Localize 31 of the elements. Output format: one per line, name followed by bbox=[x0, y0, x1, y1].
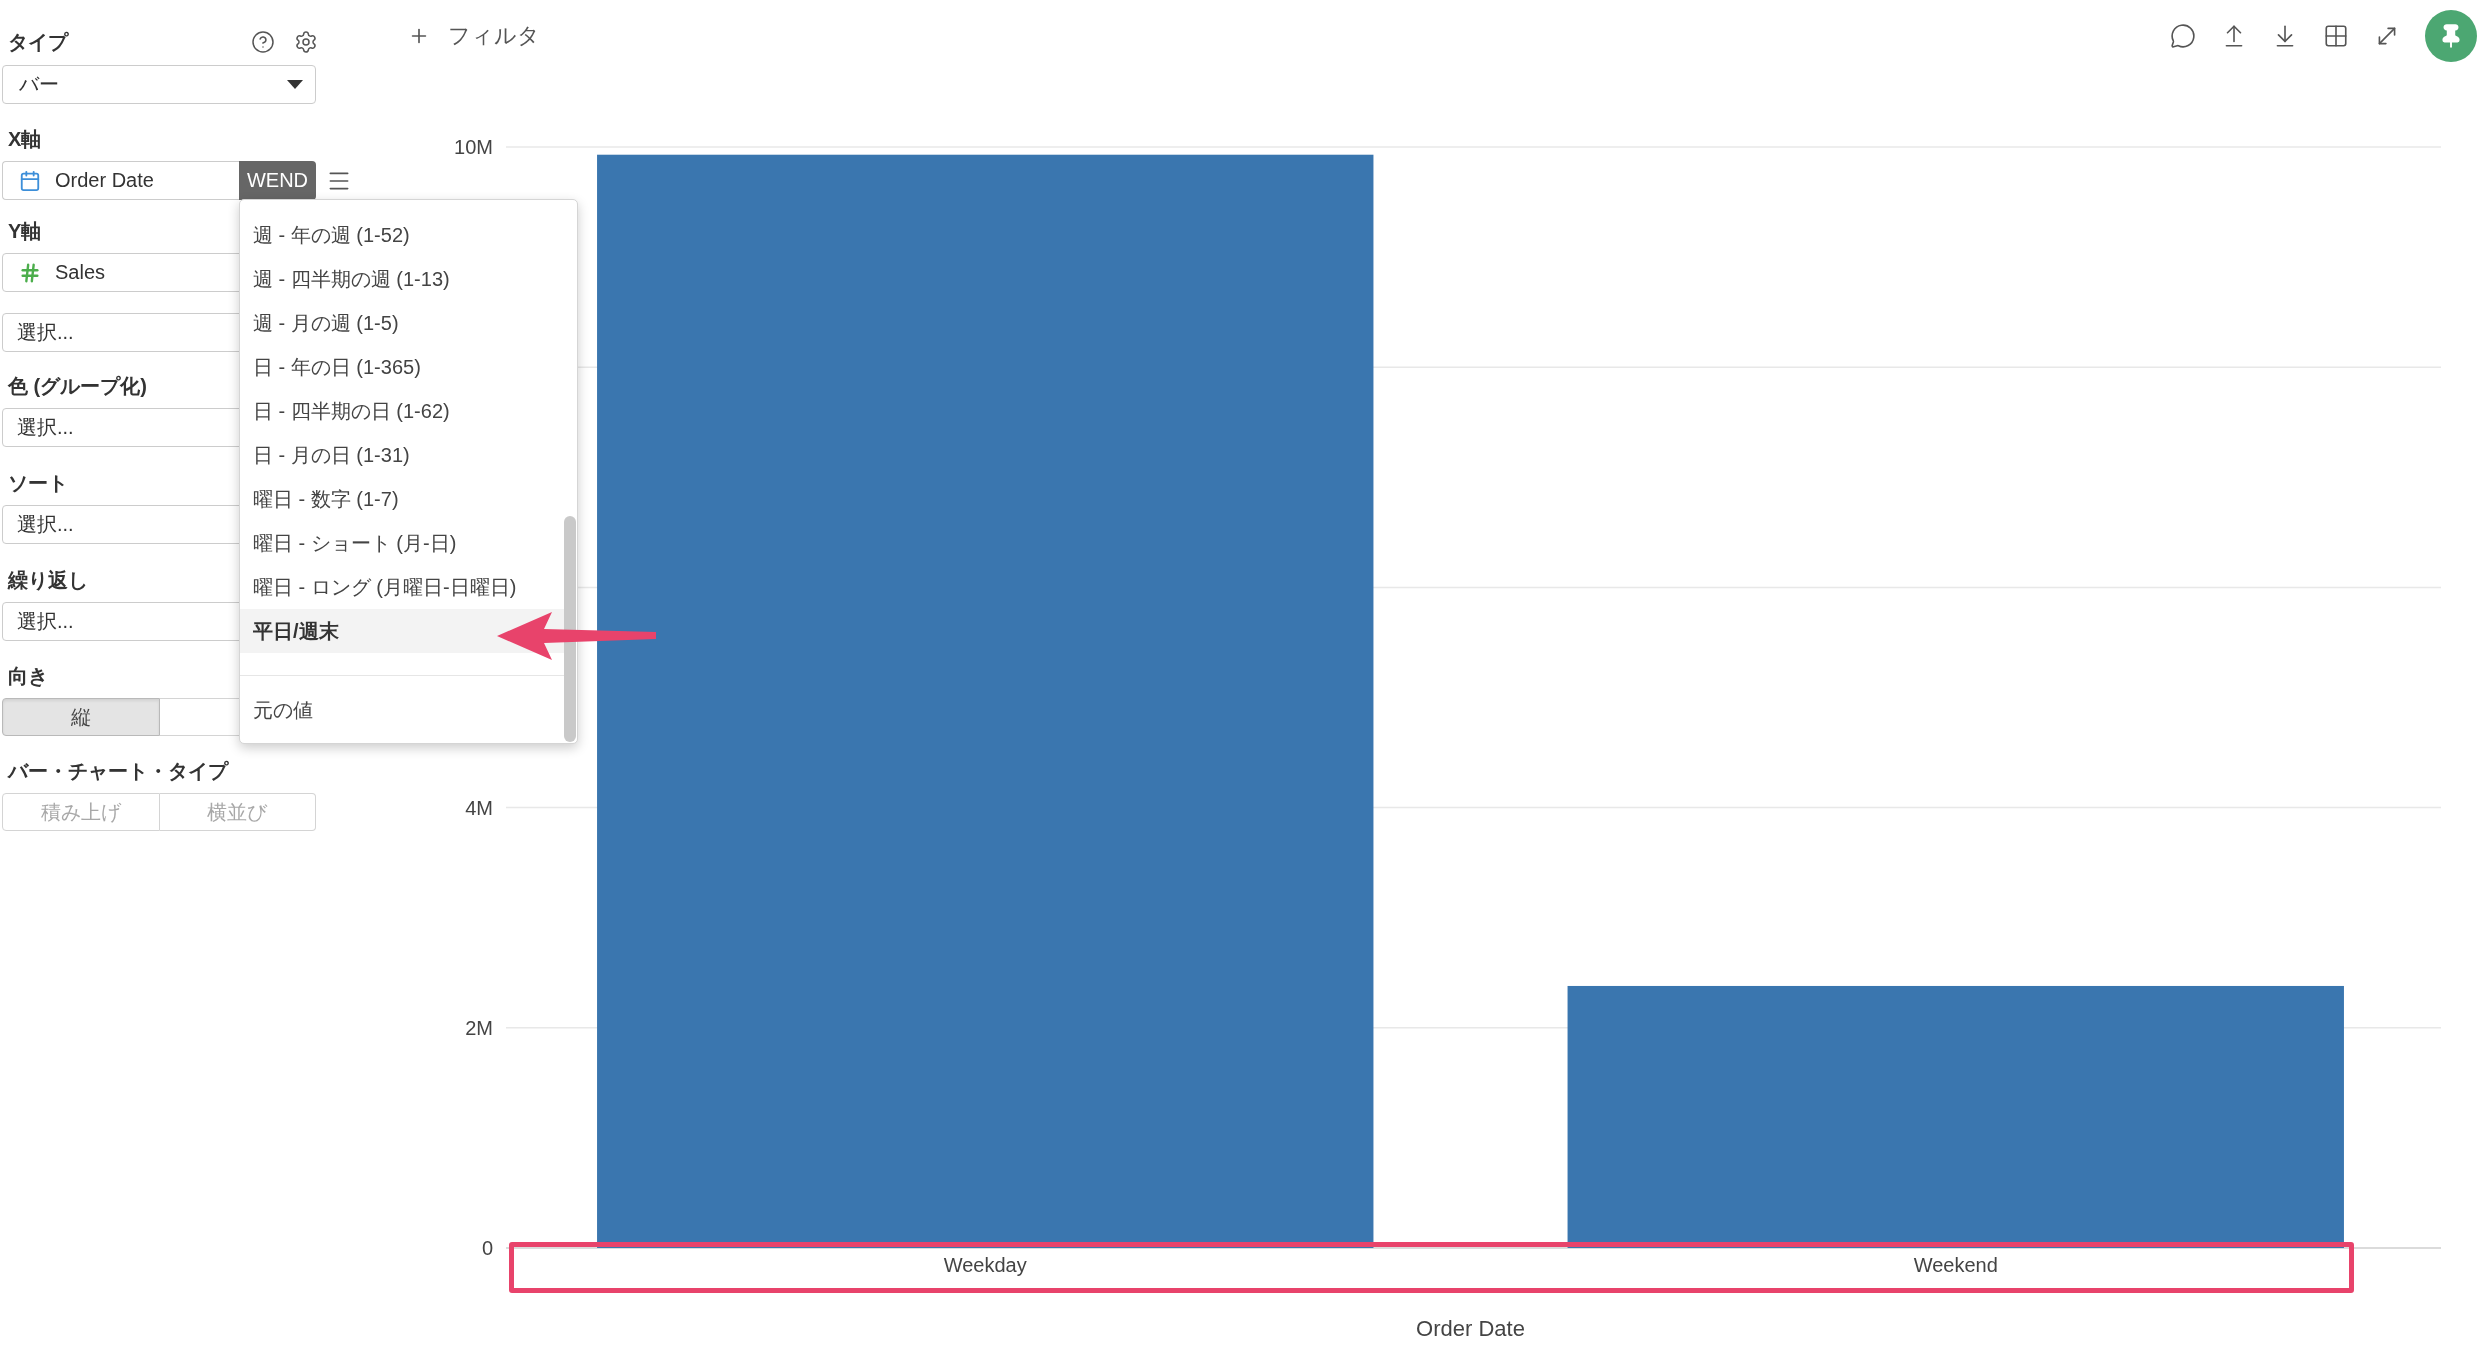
settings-icon[interactable] bbox=[294, 30, 318, 54]
x-axis-field[interactable]: Order Date bbox=[2, 161, 239, 200]
scrollbar-thumb[interactable] bbox=[564, 516, 576, 742]
section-label: バー・チャート・タイプ bbox=[6, 759, 228, 784]
hash-icon bbox=[19, 261, 41, 284]
section-label: ソート bbox=[7, 471, 68, 496]
menu-item[interactable]: 平日/週末 bbox=[240, 609, 566, 653]
menu-item[interactable]: 元の値 bbox=[240, 688, 566, 732]
section-label: 色 (グループ化) bbox=[6, 374, 147, 399]
pin-button[interactable] bbox=[2425, 10, 2477, 62]
section-label: 繰り返し bbox=[6, 568, 88, 593]
axis-tick-label: 10M bbox=[454, 136, 493, 158]
unit-button[interactable]: WEND bbox=[239, 161, 316, 200]
axis-tick-label: 0 bbox=[481, 1237, 493, 1259]
axis-title: Order Date bbox=[1416, 1315, 1525, 1341]
chart-type-select[interactable]: バー bbox=[2, 65, 316, 104]
help-icon[interactable] bbox=[251, 30, 275, 54]
comment-icon[interactable] bbox=[2170, 23, 2196, 49]
calendar-icon bbox=[19, 169, 41, 192]
section-label: タイプ bbox=[7, 30, 68, 55]
section-label: 向き bbox=[7, 664, 48, 689]
category-label: Weekday bbox=[943, 1254, 1027, 1276]
caret-down-icon bbox=[287, 80, 303, 89]
category-label: Weekend bbox=[1913, 1254, 1998, 1276]
axis-tick-label: 2M bbox=[465, 1016, 493, 1039]
section-label: Y軸 bbox=[7, 219, 42, 244]
table-grid-icon[interactable] bbox=[2323, 23, 2349, 49]
section-label: X軸 bbox=[7, 127, 42, 152]
orientation-toggle[interactable]: 縦 bbox=[2, 698, 160, 736]
axis-tick-label: 4M bbox=[465, 796, 493, 819]
add-filter-button[interactable]: フィルタ bbox=[408, 21, 540, 51]
